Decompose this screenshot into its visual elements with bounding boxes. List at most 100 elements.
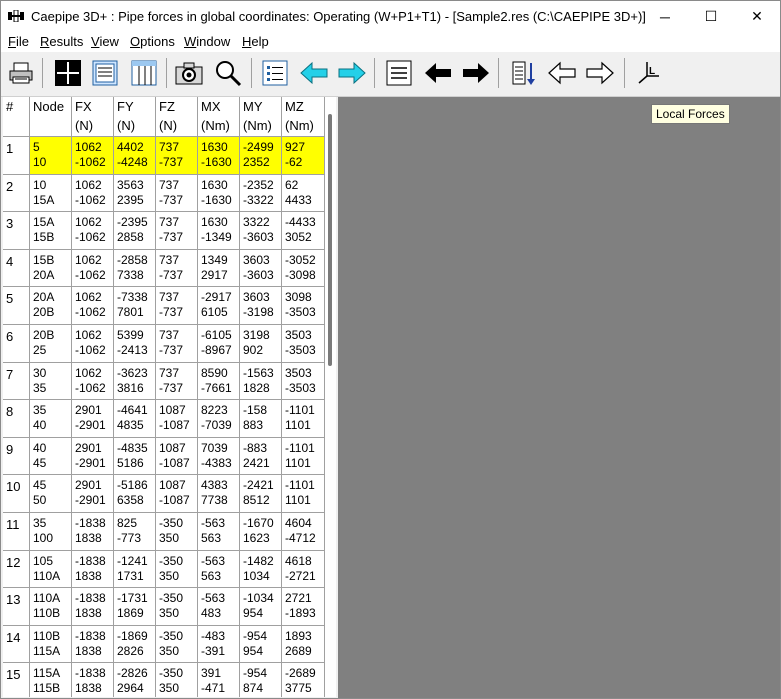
cell-mx[interactable]: 391 -471 — [198, 663, 240, 697]
cell-fz[interactable]: 737 -737 — [156, 325, 198, 363]
cell-fz[interactable]: 1087 -1087 — [156, 437, 198, 476]
table-row[interactable]: 7 30 35 1062 -1062 -3623 3816 737 -737 8590 -7661-… — [3, 362, 325, 401]
cell-my[interactable]: 3322 -3603 — [240, 212, 282, 250]
table-row[interactable]: 5 20A 20B 1062 -1062 -7338 7801 737 -737 -2917 610… — [3, 287, 325, 325]
cell-node[interactable]: 110B 115A — [30, 625, 72, 664]
cell-mx[interactable]: 8223 -7039 — [198, 400, 240, 438]
cell-fz[interactable]: 737 -737 — [156, 249, 198, 288]
cell-fy[interactable]: -1241 1731 — [114, 550, 156, 589]
cell-node[interactable]: 115A 115B — [30, 663, 72, 697]
cell-fz[interactable]: -350 350 — [156, 513, 198, 551]
column-header-mx[interactable]: MX (Nm) — [198, 97, 240, 137]
cell-fy[interactable]: -4641 4835 — [114, 400, 156, 438]
cell-my[interactable]: 3603 -3603 — [240, 249, 282, 288]
sort-button[interactable] — [507, 57, 539, 89]
table-row[interactable]: 6 20B 25 1062 -1062 5399 -2413 737 -737 -6105 -896… — [3, 325, 325, 363]
cell-fy[interactable]: 825 -773 — [114, 513, 156, 551]
cell-fx[interactable]: 1062 -1062 — [72, 287, 114, 325]
cell-fx[interactable]: -1838 1838 — [72, 663, 114, 697]
local-forces-button[interactable]: L — [632, 57, 664, 89]
snapshot-button[interactable] — [173, 57, 205, 89]
cell-fy[interactable]: 5399 -2413 — [114, 325, 156, 363]
cell-mx[interactable]: 1349 2917 — [198, 249, 240, 288]
cell-node[interactable]: 40 45 — [30, 437, 72, 476]
cell-fx[interactable]: 1062 -1062 — [72, 137, 114, 175]
cell-mz[interactable]: 927 -62 — [282, 137, 325, 175]
cell-mz[interactable]: 1893 2689 — [282, 625, 325, 664]
menu-file[interactable]: File — [8, 34, 29, 49]
cell-mx[interactable]: -563 483 — [198, 588, 240, 626]
column-header-node[interactable]: Node — [30, 97, 72, 137]
next-cyan-button[interactable] — [336, 57, 368, 89]
cell-fx[interactable]: 1062 -1062 — [72, 325, 114, 363]
cell-mx[interactable]: -563 563 — [198, 550, 240, 589]
table-row[interactable]: 4 15B 20A 1062 -1062 -2858 7338 737 -737 1349 2917… — [3, 249, 325, 288]
menu-view[interactable]: View — [91, 34, 119, 49]
cell-fz[interactable]: 737 -737 — [156, 137, 198, 175]
table-row[interactable]: 3 15A 15B 1062 -1062 -2395 2858 737 -737 1630 -134… — [3, 212, 325, 250]
cell-fx[interactable]: 2901 -2901 — [72, 437, 114, 476]
cell-fx[interactable]: 1062 -1062 — [72, 174, 114, 213]
columns-view-button[interactable] — [128, 57, 160, 89]
cell-fy[interactable]: -2826 2964 — [114, 663, 156, 697]
close-button[interactable]: ✕ — [734, 1, 780, 32]
cell-node[interactable]: 5 10 — [30, 137, 72, 175]
cell-fz[interactable]: -350 350 — [156, 625, 198, 664]
cell-fx[interactable]: -1838 1838 — [72, 513, 114, 551]
cell-mz[interactable]: -1101 1101 — [282, 400, 325, 438]
cell-node[interactable]: 105 110A — [30, 550, 72, 589]
cell-fz[interactable]: -350 350 — [156, 550, 198, 589]
previous-cyan-button[interactable] — [298, 57, 330, 89]
table-row[interactable]: 12 105 110A -1838 1838 -1241 1731 -350 350 -563 56… — [3, 550, 325, 589]
cell-fy[interactable]: -7338 7801 — [114, 287, 156, 325]
table-row[interactable]: 11 35 100 -1838 1838 825 -773 -350 350 -563 563 -16… — [3, 513, 325, 551]
cell-mx[interactable]: -2917 6105 — [198, 287, 240, 325]
cell-fz[interactable]: 737 -737 — [156, 174, 198, 213]
cell-my[interactable]: -954 954 — [240, 625, 282, 664]
cell-mx[interactable]: 8590 -7661 — [198, 362, 240, 401]
previous-outline-button[interactable] — [546, 57, 578, 89]
table-row[interactable]: 13 110A 110B -1838 1838 -1731 1869 -350 350 -563 4… — [3, 588, 325, 626]
cell-fy[interactable]: -1869 2826 — [114, 625, 156, 664]
minimize-button[interactable]: ─ — [642, 1, 688, 32]
cell-mz[interactable]: 3098 -3503 — [282, 287, 325, 325]
cell-fz[interactable]: 1087 -1087 — [156, 475, 198, 513]
cell-node[interactable]: 45 50 — [30, 475, 72, 513]
menu-window[interactable]: Window — [184, 34, 230, 49]
next-outline-button[interactable] — [584, 57, 616, 89]
cell-my[interactable]: 3603 -3198 — [240, 287, 282, 325]
cell-fx[interactable]: 1062 -1062 — [72, 212, 114, 250]
table-row[interactable]: 14 110B 115A -1838 1838 -1869 2826 -350 350 -483-… — [3, 625, 325, 664]
cell-my[interactable]: -158 883 — [240, 400, 282, 438]
previous-black-button[interactable] — [422, 57, 454, 89]
cell-node[interactable]: 30 35 — [30, 362, 72, 401]
menu-results[interactable]: Results — [40, 34, 83, 49]
cell-mx[interactable]: 1630 -1630 — [198, 137, 240, 175]
cell-node[interactable]: 110A 110B — [30, 588, 72, 626]
text-view-button[interactable] — [89, 57, 121, 89]
cell-node[interactable]: 35 100 — [30, 513, 72, 551]
cell-my[interactable]: -883 2421 — [240, 437, 282, 476]
list-button[interactable] — [259, 57, 291, 89]
column-header-my[interactable]: MY (Nm) — [240, 97, 282, 137]
cell-my[interactable]: -1563 1828 — [240, 362, 282, 401]
title-bar[interactable]: Caepipe 3D+ : Pipe forces in global coor… — [1, 1, 780, 32]
cell-fx[interactable]: 2901 -2901 — [72, 475, 114, 513]
column-header-fz[interactable]: FZ (N) — [156, 97, 198, 137]
table-row[interactable]: 8 35 40 2901 -2901 -4641 4835 1087 -1087 8223 -703… — [3, 400, 325, 438]
cell-fz[interactable]: -350 350 — [156, 588, 198, 626]
cell-fy[interactable]: -3623 3816 — [114, 362, 156, 401]
crosshair-button[interactable] — [52, 57, 84, 89]
cell-fy[interactable]: 4402 -4248 — [114, 137, 156, 175]
cell-mx[interactable]: -563 563 — [198, 513, 240, 551]
cell-mz[interactable]: 4604 -4712 — [282, 513, 325, 551]
cell-node[interactable]: 20A 20B — [30, 287, 72, 325]
table-row[interactable]: 10 45 50 2901 -2901 -5186 6358 1087 -1087 4383 773… — [3, 475, 325, 513]
graphics-area[interactable] — [338, 97, 780, 698]
cell-fx[interactable]: -1838 1838 — [72, 550, 114, 589]
cell-fy[interactable]: -4835 5186 — [114, 437, 156, 476]
cell-node[interactable]: 35 40 — [30, 400, 72, 438]
table-row[interactable]: 15 115A 115B -1838 1838 -2826 2964 -350 350 391 -4… — [3, 663, 325, 697]
menu-options[interactable]: Options — [130, 34, 175, 49]
cell-my[interactable]: -1670 1623 — [240, 513, 282, 551]
